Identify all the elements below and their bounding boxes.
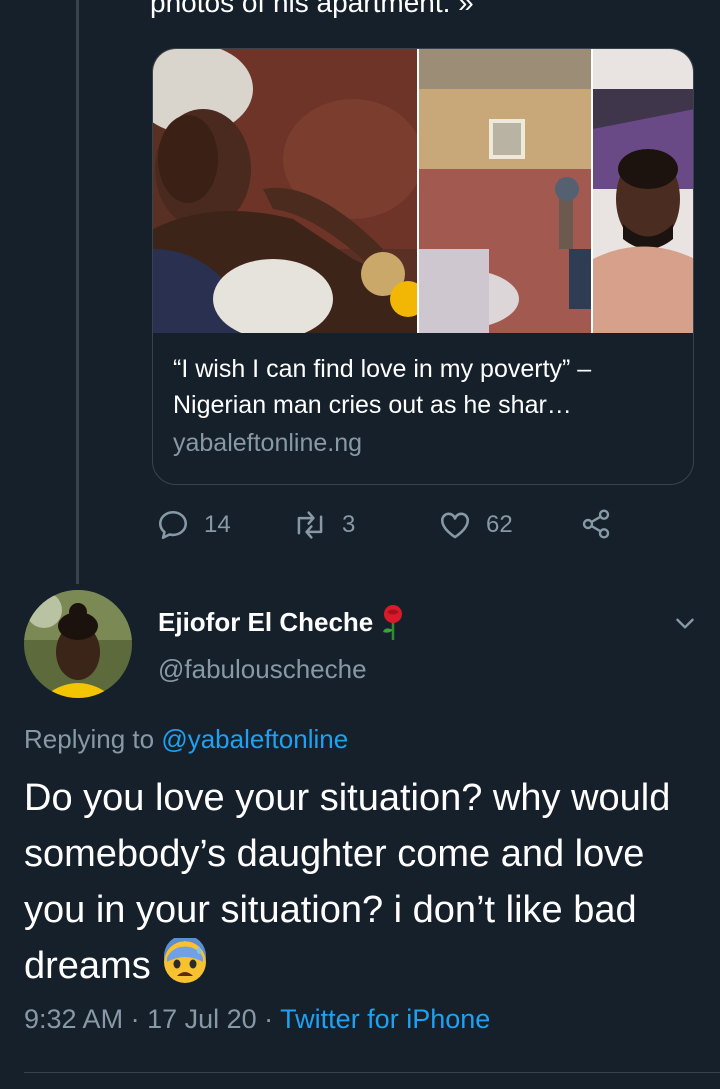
card-photo-room: [419, 49, 591, 333]
tweet-detail-page: photos of his apartment. » “I wish I can…: [0, 0, 720, 1089]
divider: [24, 1072, 720, 1073]
display-name-text: Ejiofor El Cheche: [158, 606, 374, 637]
avatar[interactable]: [24, 590, 132, 698]
display-name[interactable]: Ejiofor El Cheche: [158, 604, 407, 640]
replying-to-label: Replying to: [24, 724, 155, 754]
meta-separator: ·: [123, 1004, 148, 1034]
retweet-button[interactable]: 3: [292, 508, 355, 542]
reply-count: 14: [204, 511, 231, 538]
retweet-icon: [297, 511, 323, 539]
link-preview-card[interactable]: “I wish I can find love in my poverty” –…: [152, 48, 694, 485]
meta-separator-2: ·: [256, 1004, 281, 1034]
rose-emoji-icon: [383, 605, 403, 640]
tweet-source-link[interactable]: Twitter for iPhone: [280, 1004, 490, 1034]
heart-icon: [440, 512, 470, 539]
share-icon: [582, 509, 610, 539]
anxious-face-with-sweat-emoji-icon: [163, 938, 206, 983]
reply-icon: [158, 510, 188, 540]
card-image-collage: [153, 49, 693, 333]
like-button[interactable]: 62: [438, 508, 513, 542]
replying-to-line: Replying to @yabaleftonline: [24, 724, 348, 755]
user-handle[interactable]: @fabulouscheche: [158, 654, 367, 685]
like-count: 62: [486, 511, 513, 538]
card-title: “I wish I can find love in my poverty” –…: [173, 355, 592, 419]
previous-tweet-text: photos of his apartment. »: [150, 0, 474, 18]
thread-connector-line: [76, 0, 79, 584]
tweet-date: 17 Jul 20: [147, 1004, 257, 1034]
tweet-body-text: Do you love your situation? why would so…: [24, 777, 671, 987]
card-photo-selfie: [593, 49, 693, 333]
share-button[interactable]: [580, 508, 612, 540]
retweet-count: 3: [342, 511, 356, 538]
chevron-down-icon[interactable]: [672, 610, 698, 636]
tweet-timestamp-line: 9:32 AM · 17 Jul 20 · Twitter for iPhone: [24, 1004, 490, 1035]
tweet-action-bar: 14 3 62: [156, 508, 676, 548]
card-domain: yabaleftonline.ng: [173, 429, 363, 457]
tweet-time: 9:32 AM: [24, 1004, 124, 1034]
reply-button[interactable]: 14: [156, 508, 231, 542]
card-photo-man-on-bed: [153, 49, 417, 333]
card-text-block: “I wish I can find love in my poverty” –…: [173, 351, 673, 460]
tweet-body: Do you love your situation? why would so…: [24, 770, 714, 994]
replying-to-mention-link[interactable]: @yabaleftonline: [161, 724, 348, 754]
